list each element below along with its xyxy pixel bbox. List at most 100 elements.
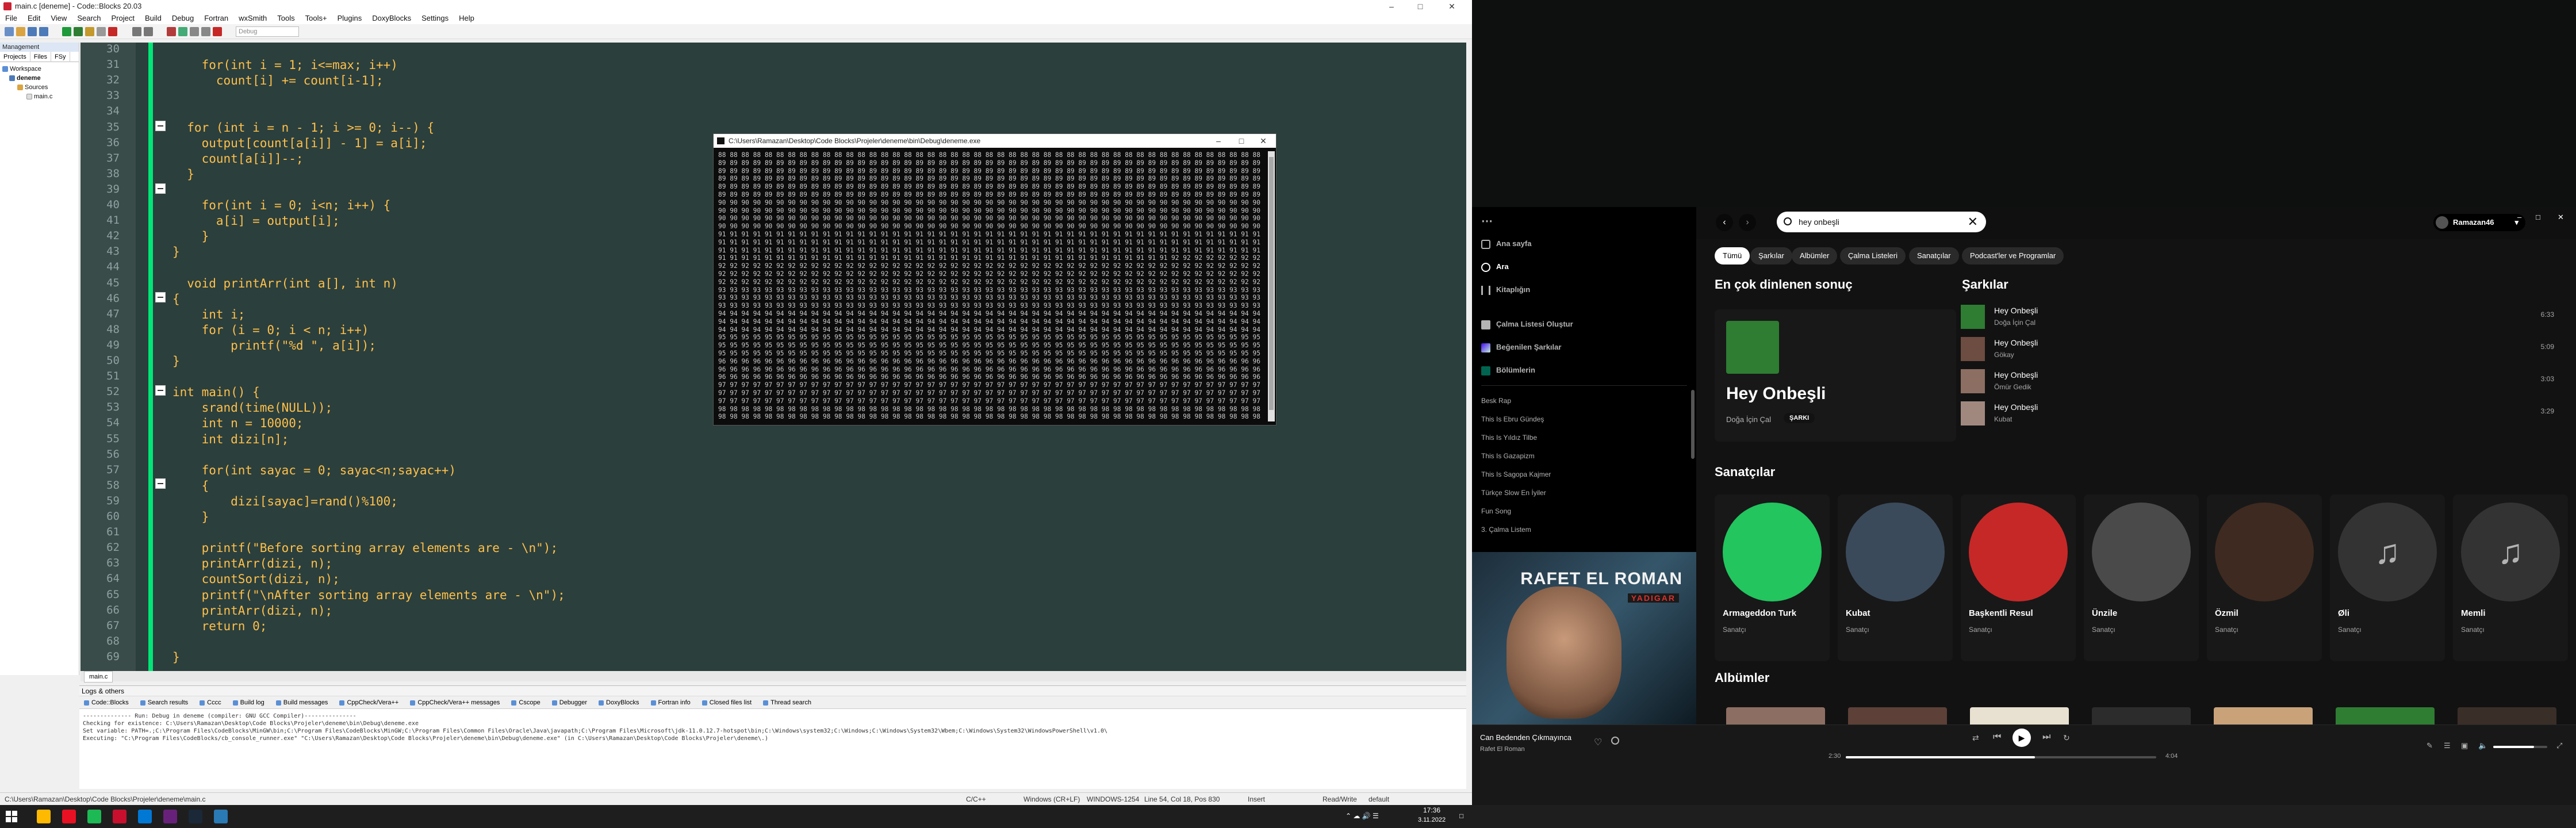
- nav-search[interactable]: Ara: [1481, 262, 1509, 272]
- log-tab[interactable]: Fortran info: [646, 696, 695, 708]
- menu-item[interactable]: DoxyBlocks: [367, 13, 416, 24]
- heart-icon[interactable]: ♡: [1594, 737, 1602, 748]
- code-line[interactable]: output[count[a[i]] - 1] = a[i];: [172, 136, 427, 150]
- filter-pill[interactable]: Podcast'ler ve Programlar: [1962, 247, 2064, 264]
- menu-item[interactable]: Tools: [272, 13, 300, 24]
- log-tab[interactable]: CppCheck/Vera++: [335, 696, 403, 708]
- song-row[interactable]: Hey Onbeşli Kubat 3:29: [1961, 399, 2559, 429]
- sidebar-scrollbar[interactable]: [1691, 390, 1695, 459]
- console-maximize-icon[interactable]: □: [1230, 135, 1253, 147]
- code-line[interactable]: }: [172, 167, 194, 181]
- step-out-icon[interactable]: [201, 27, 210, 36]
- maximize-icon[interactable]: □: [1409, 0, 1432, 13]
- log-tab[interactable]: CppCheck/Vera++ messages: [405, 696, 504, 708]
- code-line[interactable]: a[i] = output[i];: [172, 214, 340, 228]
- forward-button[interactable]: ›: [1739, 214, 1756, 231]
- previous-icon[interactable]: ⏮: [1993, 732, 2001, 742]
- code-line[interactable]: for(int i = 0; i<n; i++) {: [172, 198, 391, 212]
- menu-item[interactable]: Help: [454, 13, 480, 24]
- run-icon[interactable]: [74, 27, 83, 36]
- log-tab[interactable]: Closed files list: [697, 696, 756, 708]
- console-window[interactable]: C:\Users\Ramazan\Desktop\Code Blocks\Pro…: [713, 133, 1276, 425]
- back-button[interactable]: ‹: [1716, 214, 1733, 231]
- spotify-maximize-icon[interactable]: □: [2536, 213, 2540, 221]
- volume-slider[interactable]: [2493, 746, 2547, 748]
- log-tab[interactable]: Cscope: [507, 696, 545, 708]
- nav-home[interactable]: Ana sayfa: [1481, 239, 1531, 249]
- playlist-item[interactable]: This Is Gazapizm: [1481, 452, 1535, 460]
- playlist-item[interactable]: Besk Rap: [1481, 397, 1511, 405]
- close-icon[interactable]: ✕: [1440, 0, 1463, 13]
- notification-icon[interactable]: □: [1459, 812, 1463, 820]
- menu-item[interactable]: View: [45, 13, 72, 24]
- menu-item[interactable]: Settings: [416, 13, 454, 24]
- replace-icon[interactable]: [144, 27, 153, 36]
- taskbar-app-icon[interactable]: [113, 810, 126, 823]
- code-line[interactable]: count[i] += count[i-1];: [172, 74, 384, 87]
- menu-item[interactable]: Project: [106, 13, 140, 24]
- playlist-item[interactable]: This Is Ebru Gündeş: [1481, 415, 1544, 423]
- tab-files[interactable]: Files: [30, 52, 51, 62]
- progress-bar[interactable]: [1846, 756, 2156, 758]
- find-icon[interactable]: [132, 27, 141, 36]
- menu-item[interactable]: Tools+: [300, 13, 332, 24]
- step-icon[interactable]: [178, 27, 187, 36]
- top-result-card[interactable]: Hey Onbeşli Doğa İçin Çal ŞARKI: [1715, 309, 1956, 442]
- code-line[interactable]: {: [172, 479, 209, 493]
- menu-item[interactable]: Edit: [22, 13, 45, 24]
- nav-library[interactable]: Kitaplığın: [1481, 285, 1530, 295]
- artist-card[interactable]: Ünzile Sanatçı: [2084, 494, 2199, 661]
- code-line[interactable]: printArr(dizi, n);: [172, 557, 333, 570]
- taskbar-app-icon[interactable]: [189, 810, 202, 823]
- rebuild-icon[interactable]: [97, 27, 106, 36]
- shuffle-icon[interactable]: ⇄: [1972, 733, 1979, 743]
- episodes-button[interactable]: Bölümlerin: [1481, 366, 1535, 375]
- code-line[interactable]: }: [172, 229, 209, 243]
- code-line[interactable]: for (int i = n - 1; i >= 0; i--) {: [172, 121, 434, 135]
- album-cover[interactable]: [1726, 707, 1825, 724]
- code-line[interactable]: int n = 10000;: [172, 416, 304, 430]
- code-line[interactable]: printf("\nAfter sorting array elements a…: [172, 588, 565, 602]
- play-button[interactable]: ▶: [2012, 729, 2031, 747]
- playlist-item[interactable]: This Is Yıldız Tilbe: [1481, 434, 1537, 442]
- taskbar-app-icon[interactable]: [62, 810, 76, 823]
- code-line[interactable]: srand(time(NULL));: [172, 401, 333, 415]
- liked-songs-button[interactable]: Beğenilen Şarkılar: [1481, 343, 1561, 352]
- code-line[interactable]: printArr(dizi, n);: [172, 604, 333, 618]
- playlist-item[interactable]: This Is Sagopa Kajmer: [1481, 470, 1551, 478]
- clock-time[interactable]: 17:36: [1414, 806, 1449, 814]
- code-line[interactable]: }: [172, 354, 180, 368]
- song-row[interactable]: Hey Onbeşli Doğa İçin Çal 6:33: [1961, 302, 2559, 332]
- tree-sources[interactable]: Sources: [0, 83, 79, 92]
- album-cover[interactable]: [2214, 707, 2313, 724]
- menu-item[interactable]: Debug: [167, 13, 199, 24]
- menu-item[interactable]: Build: [140, 13, 167, 24]
- code-line[interactable]: }: [172, 245, 180, 259]
- menu-item[interactable]: Search: [72, 13, 106, 24]
- code-line[interactable]: }: [172, 650, 180, 664]
- debug-icon[interactable]: [167, 27, 176, 36]
- build-target-select[interactable]: Debug: [236, 26, 299, 37]
- taskbar-app-icon[interactable]: [37, 810, 51, 823]
- fold-marker[interactable]: [155, 385, 166, 396]
- taskbar-app-icon[interactable]: [214, 810, 228, 823]
- tab-fsymbols[interactable]: FSy: [51, 52, 70, 62]
- save-all-icon[interactable]: [39, 27, 48, 36]
- filter-pill[interactable]: Çalma Listeleri: [1840, 247, 1906, 264]
- code-line[interactable]: count[a[i]]--;: [172, 152, 304, 166]
- code-line[interactable]: int main() {: [172, 385, 260, 399]
- save-icon[interactable]: [28, 27, 37, 36]
- album-cover[interactable]: [2336, 707, 2435, 724]
- filter-pill[interactable]: Sanatçılar: [1909, 247, 1959, 264]
- lyrics-icon[interactable]: ✎: [2426, 741, 2433, 750]
- queue-icon[interactable]: ☰: [2444, 741, 2451, 750]
- artist-card[interactable]: Başkentli Resul Sanatçı: [1961, 494, 2076, 661]
- device-icon[interactable]: ▣: [2461, 741, 2468, 750]
- next-icon[interactable]: ⏭: [2042, 732, 2050, 742]
- more-menu-icon[interactable]: ⋯: [1481, 214, 1494, 228]
- fold-marker[interactable]: [155, 121, 166, 131]
- menu-item[interactable]: File: [0, 13, 22, 24]
- editor-tab-main[interactable]: main.c: [84, 671, 113, 683]
- artist-card[interactable]: ♫ Øli Sanatçı: [2330, 494, 2445, 661]
- artist-card[interactable]: Özmil Sanatçı: [2207, 494, 2322, 661]
